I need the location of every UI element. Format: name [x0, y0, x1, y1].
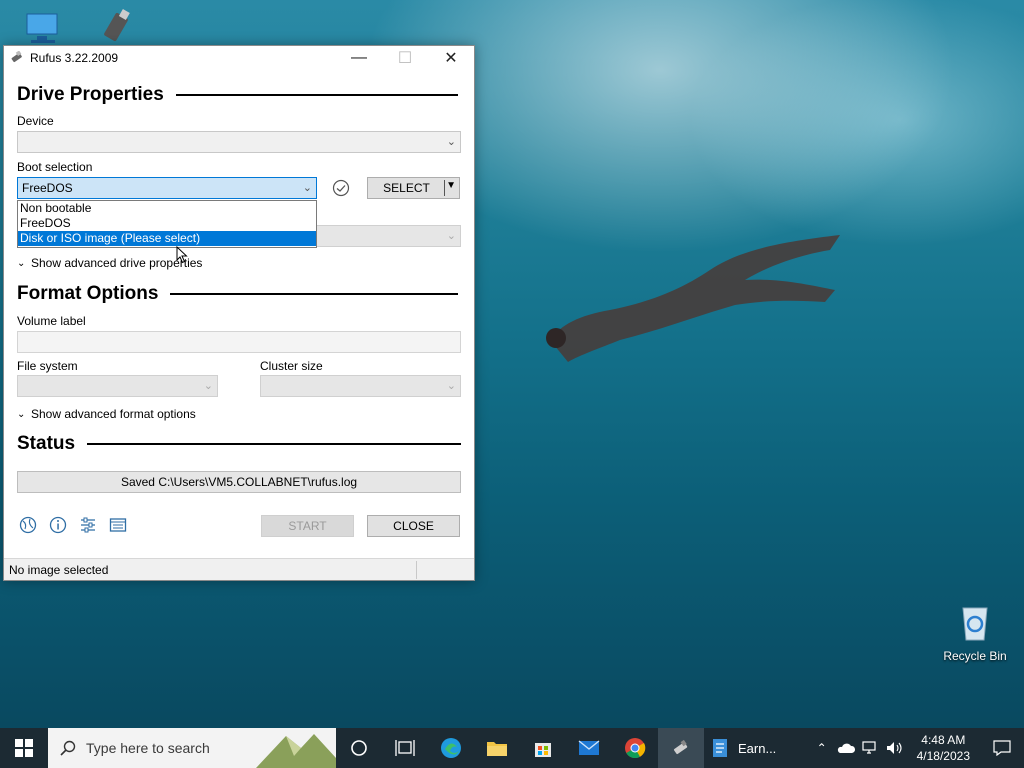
search-highlight-image: [256, 734, 336, 768]
edge-icon: [441, 738, 461, 758]
volume-label-label: Volume label: [17, 314, 86, 328]
cortana-icon: [351, 740, 367, 756]
maximize-button[interactable]: ☐: [382, 46, 428, 70]
split-divider: [444, 180, 445, 196]
task-view-icon: [395, 740, 415, 756]
clock-time: 4:48 AM: [921, 733, 966, 747]
chrome-button[interactable]: [612, 728, 658, 768]
window-title: Rufus 3.22.2009: [30, 51, 119, 65]
boot-option-freedos[interactable]: FreeDOS: [18, 216, 316, 231]
cortana-button[interactable]: [336, 728, 382, 768]
task-view-button[interactable]: [382, 728, 428, 768]
rufus-taskbar-button[interactable]: [658, 728, 704, 768]
title-bar[interactable]: Rufus 3.22.2009 — ☐ ✕: [4, 46, 474, 70]
format-options-heading: Format Options: [17, 283, 459, 305]
heading-rule: [87, 443, 462, 445]
chevron-up-icon[interactable]: ⌃: [811, 741, 833, 755]
boot-option-disk-or-iso[interactable]: Disk or ISO image (Please select): [18, 231, 316, 246]
recycle-bin[interactable]: Recycle Bin: [940, 602, 1010, 663]
chevron-down-icon: ⌄: [446, 380, 456, 392]
advanced-format-toggle[interactable]: ⌄ Show advanced format options: [17, 407, 196, 421]
statusbar-divider: [416, 561, 417, 579]
device-select[interactable]: ⌄: [17, 131, 461, 153]
close-window-button[interactable]: ✕: [428, 46, 474, 70]
status-message: Saved C:\Users\VM5.COLLABNET\rufus.log: [17, 471, 461, 493]
file-system-label: File system: [17, 359, 78, 373]
store-icon: [535, 743, 551, 757]
notifications-button[interactable]: [980, 728, 1024, 768]
mouse-cursor-icon: [176, 246, 188, 264]
recycle-bin-icon: [962, 607, 988, 641]
rufus-window: Rufus 3.22.2009 — ☐ ✕ Drive Properties D…: [3, 45, 475, 581]
chevron-down-icon: ⌄: [203, 380, 213, 392]
mail-icon: [578, 740, 600, 755]
taskbar-search-box[interactable]: Type here to search: [48, 728, 336, 768]
boot-option-non-bootable[interactable]: Non bootable: [18, 201, 316, 216]
start-button[interactable]: [0, 728, 48, 768]
heading-rule: [175, 94, 458, 96]
minimize-button[interactable]: —: [336, 46, 382, 70]
device-label: Device: [17, 114, 54, 128]
clock[interactable]: 4:48 AM 4/18/2023: [907, 732, 980, 764]
file-explorer-icon: [487, 742, 507, 756]
chevron-down-icon: ⌄: [446, 136, 456, 148]
mail-button[interactable]: [566, 728, 612, 768]
wallpaper-diver: [546, 235, 840, 362]
windows-icon: [15, 739, 33, 757]
status-bar: No image selected: [4, 558, 474, 580]
log-icon[interactable]: [109, 516, 127, 534]
close-button[interactable]: CLOSE: [367, 515, 460, 537]
file-system-select[interactable]: ⌄: [17, 375, 218, 397]
chevron-down-icon: ⌄: [17, 257, 26, 269]
settings-icon[interactable]: [79, 516, 97, 534]
globe-icon[interactable]: [19, 516, 37, 534]
chevron-down-icon: ⌄: [17, 408, 26, 420]
volume-label-input[interactable]: [17, 331, 461, 353]
chevron-down-icon: ⌄: [446, 230, 456, 242]
store-button[interactable]: [520, 728, 566, 768]
advanced-drive-toggle[interactable]: ⌄ Show advanced drive properties: [17, 256, 202, 270]
info-icon[interactable]: [49, 516, 67, 534]
system-tray: ⌃ 4:48 AM 4/18/2023: [811, 728, 1024, 768]
select-button[interactable]: SELECT ▼: [367, 177, 460, 199]
caret-down-icon[interactable]: ▼: [446, 180, 456, 191]
clock-date: 4/18/2023: [916, 749, 970, 763]
drive-properties-heading: Drive Properties: [17, 84, 458, 106]
notification-icon: [993, 740, 1011, 756]
notepad-icon: [713, 739, 727, 757]
notepad-taskbar-button[interactable]: Earn...: [704, 728, 784, 768]
boot-selection-select[interactable]: FreeDOS ⌄: [17, 177, 317, 199]
file-explorer-button[interactable]: [474, 728, 520, 768]
cluster-size-label: Cluster size: [260, 359, 323, 373]
onedrive-icon[interactable]: [836, 741, 856, 755]
search-icon: [60, 740, 76, 756]
rufus-icon: [673, 739, 688, 755]
taskbar: Type here to search Earn... ⌃ 4:48 AM 4/…: [0, 728, 1024, 768]
boot-selection-dropdown: Non bootable FreeDOS Disk or ISO image (…: [17, 200, 317, 248]
chrome-icon: [625, 738, 646, 759]
cluster-size-select[interactable]: ⌄: [260, 375, 461, 397]
start-button[interactable]: START: [261, 515, 354, 537]
rufus-icon: [11, 51, 22, 63]
boot-selection-label: Boot selection: [17, 160, 93, 174]
heading-rule: [170, 293, 459, 295]
volume-icon[interactable]: [886, 741, 904, 755]
status-heading: Status: [17, 433, 462, 455]
edge-button[interactable]: [428, 728, 474, 768]
check-icon[interactable]: [332, 179, 350, 197]
network-icon[interactable]: [862, 741, 880, 755]
chevron-down-icon: ⌄: [302, 182, 312, 194]
